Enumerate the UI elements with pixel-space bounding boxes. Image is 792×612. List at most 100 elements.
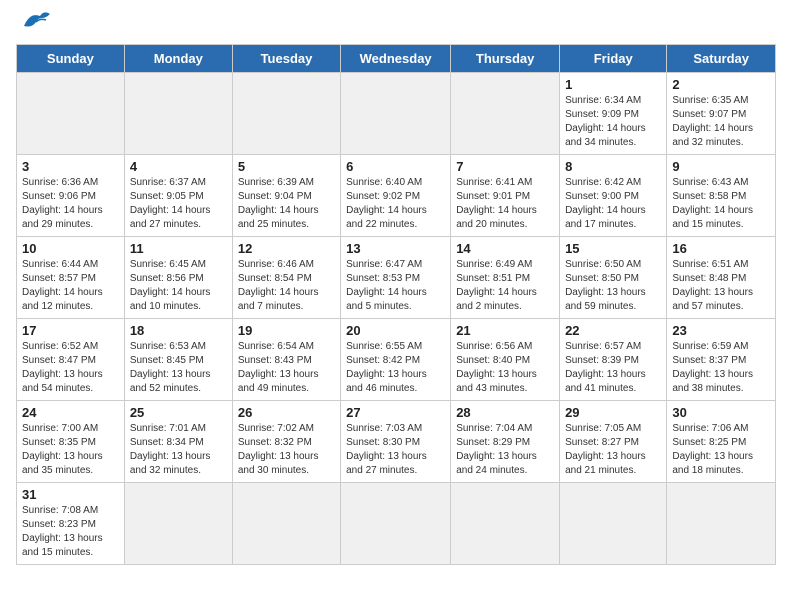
column-header-saturday: Saturday [667,45,776,73]
logo-bird-icon [20,8,52,34]
day-number: 14 [456,241,554,256]
day-cell: 15Sunrise: 6:50 AM Sunset: 8:50 PM Dayli… [560,237,667,319]
day-info: Sunrise: 6:45 AM Sunset: 8:56 PM Dayligh… [130,258,227,314]
day-info: Sunrise: 7:03 AM Sunset: 8:30 PM Dayligh… [346,422,445,478]
day-cell: 2 Sunrise: 6:35 AM Sunset: 9:07 PM Daylig… [667,73,776,155]
day-cell: 16Sunrise: 6:51 AM Sunset: 8:48 PM Dayli… [667,237,776,319]
day-number: 20 [346,323,445,338]
day-info: Sunrise: 6:40 AM Sunset: 9:02 PM Dayligh… [346,176,445,232]
day-info: Sunrise: 6:46 AM Sunset: 8:54 PM Dayligh… [238,258,335,314]
day-number: 15 [565,241,661,256]
header-row: SundayMondayTuesdayWednesdayThursdayFrid… [17,45,776,73]
day-number: 21 [456,323,554,338]
day-cell: 30 Sunrise: 7:06 AM Sunset: 8:25 PM Dayli… [667,401,776,483]
column-header-thursday: Thursday [451,45,560,73]
column-header-monday: Monday [124,45,232,73]
day-number: 26 [238,405,335,420]
day-info: Sunrise: 6:57 AM Sunset: 8:39 PM Dayligh… [565,340,661,396]
day-cell [232,73,340,155]
day-number: 25 [130,405,227,420]
day-number: 9 [672,159,770,174]
page-header [16,16,776,34]
week-row-1: 1Sunrise: 6:34 AM Sunset: 9:09 PM Daylig… [17,73,776,155]
day-number: 24 [22,405,119,420]
day-info: Sunrise: 6:41 AM Sunset: 9:01 PM Dayligh… [456,176,554,232]
day-number: 13 [346,241,445,256]
day-cell: 26 Sunrise: 7:02 AM Sunset: 8:32 PM Dayli… [232,401,340,483]
day-info: Sunrise: 7:02 AM Sunset: 8:32 PM Dayligh… [238,422,335,478]
day-cell: 22 Sunrise: 6:57 AM Sunset: 8:39 PM Dayli… [560,319,667,401]
day-number: 31 [22,487,119,502]
day-cell [232,483,340,565]
week-row-6: 31 Sunrise: 7:08 AM Sunset: 8:23 PM Dayli… [17,483,776,565]
day-number: 11 [130,241,227,256]
day-number: 7 [456,159,554,174]
day-info: Sunrise: 6:53 AM Sunset: 8:45 PM Dayligh… [130,340,227,396]
day-cell: 21 Sunrise: 6:56 AM Sunset: 8:40 PM Dayli… [451,319,560,401]
day-info: Sunrise: 7:00 AM Sunset: 8:35 PM Dayligh… [22,422,119,478]
day-cell: 20 Sunrise: 6:55 AM Sunset: 8:42 PM Dayli… [341,319,451,401]
day-number: 8 [565,159,661,174]
day-number: 22 [565,323,661,338]
day-cell: 10 Sunrise: 6:44 AM Sunset: 8:57 PM Dayli… [17,237,125,319]
day-cell: 18 Sunrise: 6:53 AM Sunset: 8:45 PM Dayli… [124,319,232,401]
column-header-tuesday: Tuesday [232,45,340,73]
day-number: 23 [672,323,770,338]
day-cell: 19 Sunrise: 6:54 AM Sunset: 8:43 PM Dayli… [232,319,340,401]
day-info: Sunrise: 6:54 AM Sunset: 8:43 PM Dayligh… [238,340,335,396]
day-number: 18 [130,323,227,338]
week-row-2: 3 Sunrise: 6:36 AM Sunset: 9:06 PM Daylig… [17,155,776,237]
column-header-sunday: Sunday [17,45,125,73]
day-info: Sunrise: 7:06 AM Sunset: 8:25 PM Dayligh… [672,422,770,478]
day-number: 30 [672,405,770,420]
day-cell [341,73,451,155]
day-info: Sunrise: 7:01 AM Sunset: 8:34 PM Dayligh… [130,422,227,478]
day-info: Sunrise: 6:35 AM Sunset: 9:07 PM Dayligh… [672,94,770,150]
day-cell: 4Sunrise: 6:37 AM Sunset: 9:05 PM Daylig… [124,155,232,237]
day-number: 17 [22,323,119,338]
day-info: Sunrise: 6:42 AM Sunset: 9:00 PM Dayligh… [565,176,661,232]
day-number: 12 [238,241,335,256]
day-info: Sunrise: 6:59 AM Sunset: 8:37 PM Dayligh… [672,340,770,396]
day-info: Sunrise: 6:39 AM Sunset: 9:04 PM Dayligh… [238,176,335,232]
day-cell: 13Sunrise: 6:47 AM Sunset: 8:53 PM Dayli… [341,237,451,319]
day-info: Sunrise: 6:56 AM Sunset: 8:40 PM Dayligh… [456,340,554,396]
day-number: 2 [672,77,770,92]
day-number: 5 [238,159,335,174]
day-info: Sunrise: 7:05 AM Sunset: 8:27 PM Dayligh… [565,422,661,478]
column-header-wednesday: Wednesday [341,45,451,73]
day-number: 3 [22,159,119,174]
day-number: 19 [238,323,335,338]
day-cell: 24 Sunrise: 7:00 AM Sunset: 8:35 PM Dayli… [17,401,125,483]
day-info: Sunrise: 7:08 AM Sunset: 8:23 PM Dayligh… [22,504,119,560]
day-info: Sunrise: 6:52 AM Sunset: 8:47 PM Dayligh… [22,340,119,396]
calendar-header: SundayMondayTuesdayWednesdayThursdayFrid… [17,45,776,73]
week-row-4: 17 Sunrise: 6:52 AM Sunset: 8:47 PM Dayli… [17,319,776,401]
week-row-5: 24 Sunrise: 7:00 AM Sunset: 8:35 PM Dayli… [17,401,776,483]
day-cell: 7 Sunrise: 6:41 AM Sunset: 9:01 PM Daylig… [451,155,560,237]
day-cell: 27Sunrise: 7:03 AM Sunset: 8:30 PM Dayli… [341,401,451,483]
calendar-body: 1Sunrise: 6:34 AM Sunset: 9:09 PM Daylig… [17,73,776,565]
day-info: Sunrise: 6:43 AM Sunset: 8:58 PM Dayligh… [672,176,770,232]
week-row-3: 10 Sunrise: 6:44 AM Sunset: 8:57 PM Dayli… [17,237,776,319]
day-cell: 12 Sunrise: 6:46 AM Sunset: 8:54 PM Dayli… [232,237,340,319]
day-cell: 8 Sunrise: 6:42 AM Sunset: 9:00 PM Daylig… [560,155,667,237]
day-cell: 11 Sunrise: 6:45 AM Sunset: 8:56 PM Dayli… [124,237,232,319]
day-info: Sunrise: 6:44 AM Sunset: 8:57 PM Dayligh… [22,258,119,314]
day-number: 4 [130,159,227,174]
day-cell: 6Sunrise: 6:40 AM Sunset: 9:02 PM Daylig… [341,155,451,237]
day-cell: 29 Sunrise: 7:05 AM Sunset: 8:27 PM Dayli… [560,401,667,483]
day-number: 1 [565,77,661,92]
day-cell [124,73,232,155]
day-info: Sunrise: 6:55 AM Sunset: 8:42 PM Dayligh… [346,340,445,396]
day-number: 28 [456,405,554,420]
day-number: 10 [22,241,119,256]
day-number: 16 [672,241,770,256]
day-cell [667,483,776,565]
calendar-table: SundayMondayTuesdayWednesdayThursdayFrid… [16,44,776,565]
day-info: Sunrise: 6:36 AM Sunset: 9:06 PM Dayligh… [22,176,119,232]
day-cell: 9 Sunrise: 6:43 AM Sunset: 8:58 PM Daylig… [667,155,776,237]
day-number: 29 [565,405,661,420]
day-cell: 5 Sunrise: 6:39 AM Sunset: 9:04 PM Daylig… [232,155,340,237]
day-cell: 1Sunrise: 6:34 AM Sunset: 9:09 PM Daylig… [560,73,667,155]
